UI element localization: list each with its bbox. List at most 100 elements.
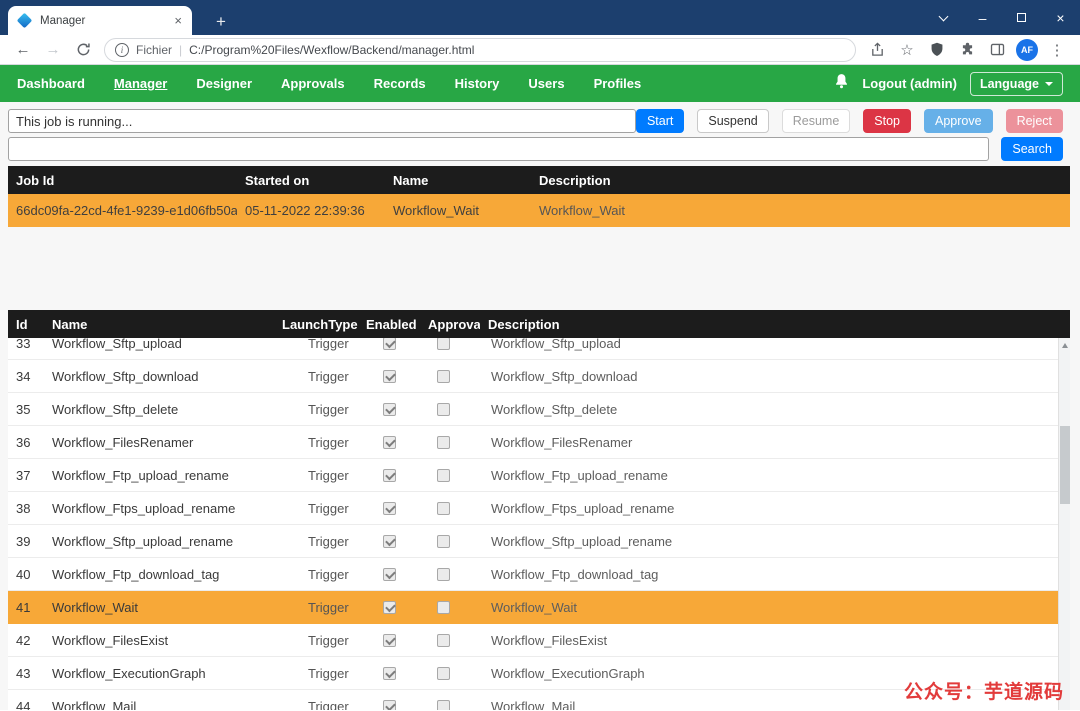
new-tab-button[interactable]: + (212, 13, 230, 30)
approval-checkbox[interactable] (437, 699, 450, 710)
workflow-launchtype-cell: Trigger (308, 467, 349, 483)
approval-checkbox[interactable] (437, 501, 450, 515)
enabled-checkbox[interactable] (383, 402, 396, 416)
enabled-checkbox[interactable] (383, 534, 396, 548)
approve-button[interactable]: Approve (924, 109, 993, 133)
job-status-input[interactable] (8, 109, 636, 133)
back-icon[interactable]: ← (11, 38, 35, 62)
workflow-id-cell: 38 (16, 500, 31, 516)
suspend-button[interactable]: Suspend (697, 109, 769, 133)
minimize-button[interactable]: – (963, 0, 1002, 35)
workflow-row-36[interactable]: 36 Workflow_FilesRenamer Trigger Workflow_F… (8, 426, 1058, 459)
search-button[interactable]: Search (1001, 137, 1063, 161)
tab-search-chevron-icon[interactable] (924, 0, 963, 35)
reload-icon[interactable] (71, 38, 95, 62)
enabled-checkbox[interactable] (383, 338, 396, 350)
approval-checkbox[interactable] (437, 633, 450, 647)
enabled-checkbox[interactable] (383, 699, 396, 710)
notifications-bell-icon[interactable] (834, 73, 849, 94)
logout-link[interactable]: Logout (admin) (862, 76, 957, 91)
approval-checkbox[interactable] (437, 338, 450, 350)
nav-item-manager[interactable]: Manager (114, 76, 167, 91)
approval-checkbox[interactable] (437, 402, 450, 416)
approval-checkbox[interactable] (437, 369, 450, 383)
workflow-launchtype-cell: Trigger (308, 401, 349, 417)
caret-down-icon (1045, 81, 1053, 86)
approval-checkbox[interactable] (437, 600, 450, 614)
close-window-button[interactable]: × (1041, 0, 1080, 35)
wf-header-launchtype: LaunchType (282, 316, 358, 332)
scrollbar-thumb[interactable] (1060, 426, 1070, 504)
workflow-row-41[interactable]: 41 Workflow_Wait Trigger Workflow_Wait (8, 591, 1058, 624)
workflow-enabled-cell (358, 699, 420, 710)
search-row: Search (8, 137, 1072, 161)
profile-avatar[interactable]: AF (1016, 38, 1038, 61)
workflow-description-cell: Workflow_Ftp_upload_rename (491, 467, 668, 483)
workflow-row-44[interactable]: 44 Workflow_Mail Trigger Workflow_Mail (8, 690, 1058, 710)
reject-button[interactable]: Reject (1005, 109, 1063, 133)
nav-item-dashboard[interactable]: Dashboard (17, 76, 85, 91)
enabled-checkbox[interactable] (383, 501, 396, 515)
browser-tab-manager[interactable]: Manager × (8, 6, 192, 35)
shield-extension-icon[interactable] (925, 38, 949, 62)
resume-button[interactable]: Resume (781, 109, 851, 133)
tab-close-icon[interactable]: × (171, 13, 185, 28)
workflow-id-cell: 33 (16, 338, 31, 351)
enabled-checkbox[interactable] (383, 600, 396, 614)
watermark-text: 公众号：芋道源码 (903, 682, 1064, 703)
workflow-row-37[interactable]: 37 Workflow_Ftp_upload_rename Trigger Workf… (8, 459, 1058, 492)
bookmark-star-icon[interactable]: ☆ (895, 38, 919, 62)
enabled-checkbox[interactable] (383, 567, 396, 581)
address-bar[interactable]: i Fichier | C:/Program%20Files/Wexflow/B… (104, 37, 856, 62)
approval-checkbox[interactable] (437, 534, 450, 548)
workflow-launchtype-cell: Trigger (308, 599, 349, 615)
enabled-checkbox[interactable] (383, 666, 396, 680)
enabled-checkbox[interactable] (383, 633, 396, 647)
workflow-row-40[interactable]: 40 Workflow_Ftp_download_tag Trigger Workfl… (8, 558, 1058, 591)
workflow-row-38[interactable]: 38 Workflow_Ftps_upload_rename Trigger Work… (8, 492, 1058, 525)
job-row[interactable]: 66dc09fa-22cd-4fe1-9239-e1d06fb50a95 05-1… (8, 194, 1070, 227)
share-icon[interactable] (865, 38, 889, 62)
approval-checkbox[interactable] (437, 468, 450, 482)
scrollbar-up-arrow-icon[interactable] (1059, 343, 1070, 348)
workflow-id-cell: 35 (16, 401, 31, 417)
enabled-checkbox[interactable] (383, 435, 396, 449)
workflow-row-39[interactable]: 39 Workflow_Sftp_upload_rename Trigger Work… (8, 525, 1058, 558)
approval-checkbox[interactable] (437, 567, 450, 581)
workflow-row-42[interactable]: 42 Workflow_FilesExist Trigger Workflow_Fil… (8, 624, 1058, 657)
approval-checkbox[interactable] (437, 435, 450, 449)
address-prefix: Fichier (136, 42, 173, 57)
workflow-row-35[interactable]: 35 Workflow_Sftp_delete Trigger Workflow_Sf… (8, 393, 1058, 426)
extensions-puzzle-icon[interactable] (955, 38, 979, 62)
start-button[interactable]: Start (635, 109, 685, 133)
workflow-launchtype-cell: Trigger (308, 500, 349, 516)
enabled-checkbox[interactable] (383, 369, 396, 383)
nav-item-designer[interactable]: Designer (196, 76, 252, 91)
workflow-enabled-cell (358, 402, 420, 416)
jobs-table-body: 66dc09fa-22cd-4fe1-9239-e1d06fb50a95 05-1… (8, 194, 1070, 227)
language-dropdown[interactable]: Language (969, 71, 1063, 96)
nav-item-records[interactable]: Records (374, 76, 426, 91)
workflow-enabled-cell (358, 600, 420, 614)
workflow-row-34[interactable]: 34 Workflow_Sftp_download Trigger Workflow_… (8, 360, 1058, 393)
wf-header-description: Description (488, 316, 560, 332)
browser-menu-icon[interactable]: ⋮ (1045, 38, 1069, 62)
nav-item-approvals[interactable]: Approvals (281, 76, 345, 91)
workflow-enabled-cell (358, 501, 420, 515)
stop-button[interactable]: Stop (863, 109, 911, 133)
forward-icon[interactable]: → (41, 38, 65, 62)
nav-item-profiles[interactable]: Profiles (594, 76, 642, 91)
nav-item-history[interactable]: History (455, 76, 500, 91)
side-panel-icon[interactable] (985, 38, 1009, 62)
search-input[interactable] (8, 137, 990, 161)
page-info-icon[interactable]: i (115, 42, 129, 57)
workflow-row-33[interactable]: 33 Workflow_Sftp_upload Trigger Workflow_Sf… (8, 338, 1058, 360)
table-scrollbar[interactable] (1058, 338, 1070, 710)
job-action-buttons: Start Suspend Resume Stop Approve Reject (635, 109, 1063, 133)
maximize-button[interactable] (1002, 0, 1041, 35)
workflow-row-43[interactable]: 43 Workflow_ExecutionGraph Trigger Workflow… (8, 657, 1058, 690)
approval-checkbox[interactable] (437, 666, 450, 680)
job-description-cell: Workflow_Wait (539, 203, 625, 218)
nav-item-users[interactable]: Users (528, 76, 564, 91)
enabled-checkbox[interactable] (383, 468, 396, 482)
